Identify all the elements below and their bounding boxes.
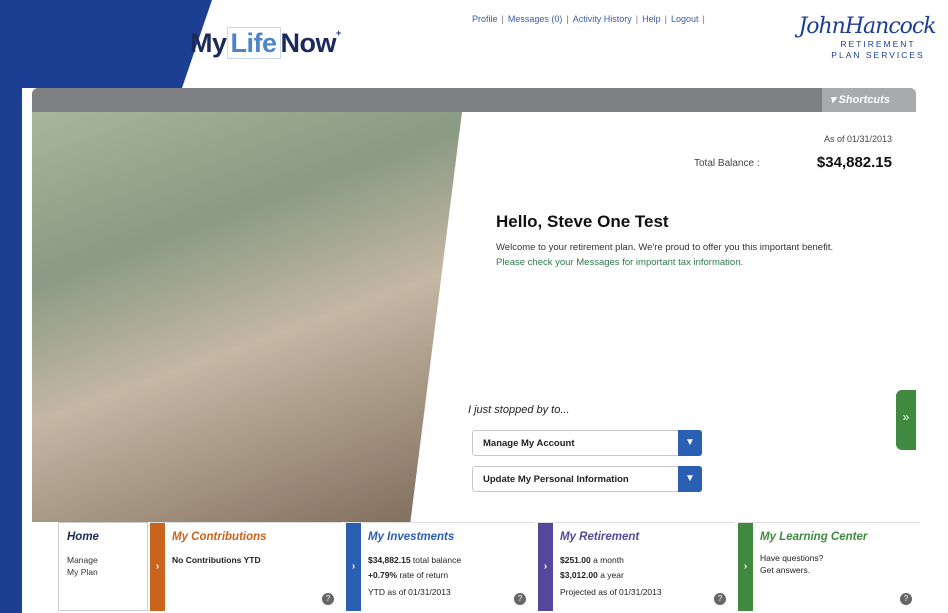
nav-help-link[interactable]: Help — [642, 14, 661, 24]
chevron-right-icon: › — [738, 523, 753, 611]
tile-my-retirement[interactable]: › My Retirement $251.00 a month $3,012.0… — [538, 522, 734, 611]
chevron-right-icon: › — [150, 523, 165, 611]
brand-line-2: PLAN SERVICES — [831, 50, 925, 60]
tile-retirement-line-3: Projected as of 01/31/2013 — [560, 587, 662, 597]
tile-retirement-title: My Retirement — [560, 531, 640, 543]
brand-line-1: RETIREMENT — [840, 39, 916, 49]
greeting-heading: Hello, Steve One Test — [496, 212, 669, 231]
manage-account-dropdown[interactable]: Manage My Account ▼ — [472, 430, 702, 456]
yearly-amount: $3,012.00 — [560, 570, 598, 580]
update-personal-info-label: Update My Personal Information — [483, 474, 629, 485]
tile-learning-line-2: Get answers. — [760, 565, 811, 575]
monthly-amount: $251.00 — [560, 555, 591, 565]
tile-my-investments[interactable]: › My Investments $34,882.15 total balanc… — [346, 522, 534, 611]
tile-investments-title: My Investments — [368, 531, 455, 543]
rate-of-return-caption: rate of return — [397, 570, 449, 580]
logo-mark: + — [336, 28, 341, 38]
rate-of-return-amount: +0.79% — [368, 570, 398, 580]
header-accent — [22, 0, 212, 88]
total-balance-value: $34,882.15 — [816, 154, 892, 171]
nav-messages-link[interactable]: Messages (0) — [508, 14, 563, 24]
hero-section: As of 01/31/2013 Total Balance : $34,882… — [32, 112, 916, 522]
total-balance-caption: total balance — [410, 555, 462, 565]
top-nav: Profile | Messages (0) | Activity History | He… — [472, 14, 705, 24]
shortcuts-tab[interactable]: ▾ Shortcuts — [822, 88, 916, 112]
brand-script: JohnHancock — [798, 14, 936, 39]
chevron-right-icon: › — [346, 523, 361, 611]
nav-activity-history-link[interactable]: Activity History — [573, 14, 632, 24]
chevron-down-icon[interactable]: ▼ — [678, 430, 702, 456]
expand-arrow-icon[interactable]: » — [896, 390, 916, 450]
tile-home[interactable]: Home Manage My Plan — [58, 522, 148, 611]
mylifenow-logo[interactable]: My Life Now+ — [190, 27, 341, 59]
chevron-right-icon: › — [538, 523, 553, 611]
tile-contributions-line-1: No Contributions YTD — [172, 555, 261, 565]
tile-investments-line-3: YTD as of 01/31/2013 — [368, 587, 451, 597]
tile-investments-line-2: +0.79% rate of return — [368, 570, 448, 580]
tile-my-learning-center[interactable]: › My Learning Center Have questions? Get… — [738, 522, 920, 611]
tile-learning-title: My Learning Center — [760, 531, 868, 543]
messages-link[interactable]: Please check your Messages for important… — [496, 257, 743, 268]
navigation-tiles: Home Manage My Plan › My Contributions N… — [58, 522, 920, 611]
welcome-text: Welcome to your retirement plan. We're p… — [496, 242, 834, 253]
info-icon[interactable]: ? — [714, 593, 726, 605]
welcome-message: Welcome to your retirement plan. We're p… — [496, 240, 846, 270]
chevron-down-icon[interactable]: ▼ — [678, 466, 702, 492]
hero-photo — [32, 112, 462, 522]
logo-my: My — [190, 28, 227, 58]
account-summary-card: As of 01/31/2013 Total Balance : $34,882… — [462, 112, 916, 522]
yearly-caption: a year — [597, 570, 624, 580]
monthly-caption: a month — [590, 555, 624, 565]
info-icon[interactable]: ? — [514, 593, 526, 605]
tile-investments-line-1: $34,882.15 total balance — [368, 555, 461, 565]
john-hancock-logo: JohnHancock RETIREMENT PLAN SERVICES — [792, 8, 942, 78]
tile-home-line-2: My Plan — [67, 567, 98, 577]
tile-retirement-line-1: $251.00 a month — [560, 555, 624, 565]
update-personal-info-dropdown[interactable]: Update My Personal Information ▼ — [472, 466, 702, 492]
info-icon[interactable]: ? — [322, 593, 334, 605]
total-balance-amount: $34,882.15 — [368, 555, 411, 565]
quick-actions-label: I just stopped by to... — [468, 404, 570, 416]
info-icon[interactable]: ? — [900, 593, 912, 605]
main-panel: ▾ Shortcuts As of 01/31/2013 Total Balan… — [32, 88, 916, 522]
tile-my-contributions[interactable]: › My Contributions No Contributions YTD … — [150, 522, 342, 611]
nav-profile-link[interactable]: Profile — [472, 14, 498, 24]
logo-now: Now — [280, 28, 337, 58]
nav-logout-link[interactable]: Logout — [671, 14, 699, 24]
tile-home-title: Home — [67, 531, 99, 543]
tile-learning-line-1: Have questions? — [760, 553, 824, 563]
total-balance-label: Total Balance : — [694, 158, 760, 169]
manage-account-label: Manage My Account — [483, 438, 575, 449]
logo-life: Life — [226, 27, 281, 59]
tile-contributions-title: My Contributions — [172, 531, 267, 543]
as-of-date: As of 01/31/2013 — [823, 134, 892, 144]
tile-retirement-line-2: $3,012.00 a year — [560, 570, 624, 580]
tile-home-line-1: Manage — [67, 555, 98, 565]
